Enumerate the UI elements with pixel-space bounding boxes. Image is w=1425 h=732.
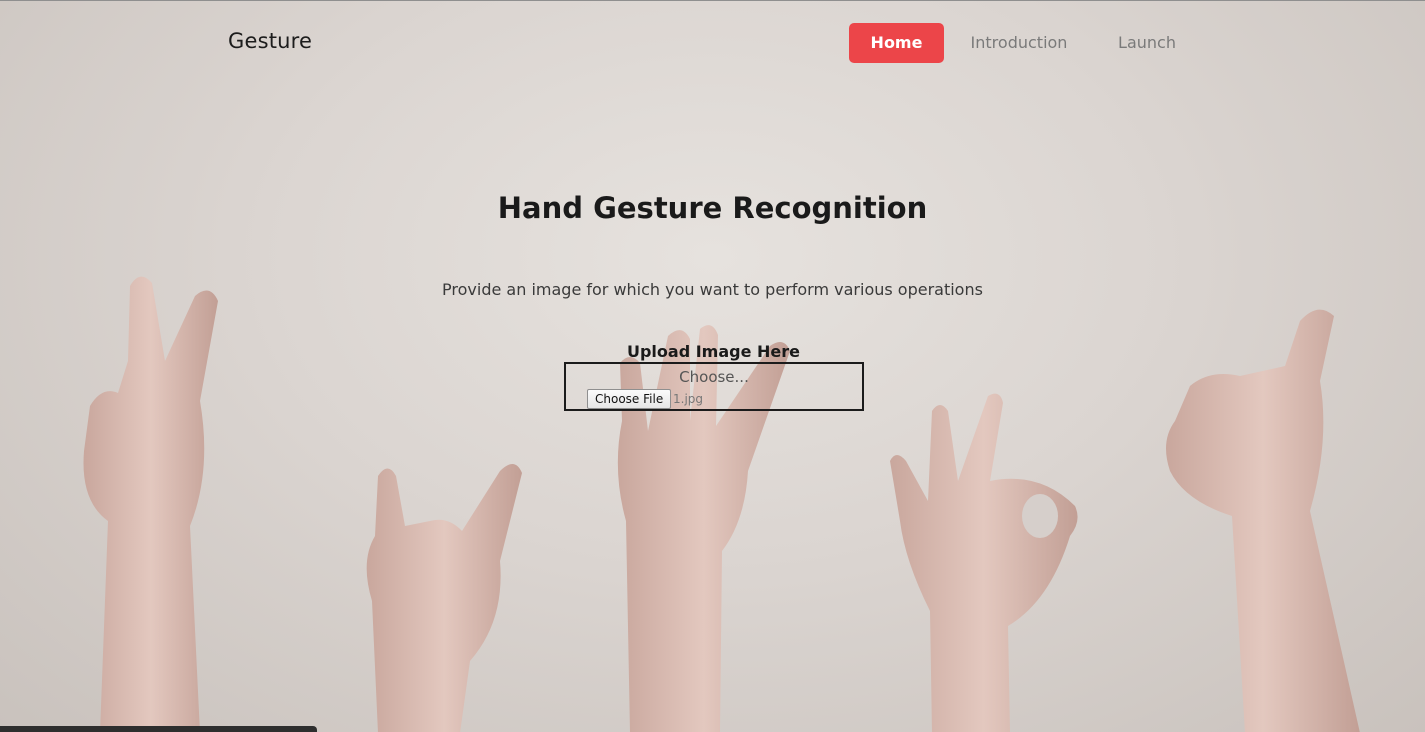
selected-file-name: 1.jpg: [673, 392, 704, 406]
nav-home-button[interactable]: Home: [849, 23, 944, 63]
brand-logo[interactable]: Gesture: [228, 29, 312, 53]
page-subtitle: Provide an image for which you want to p…: [442, 280, 983, 299]
rock-sign-hand: [366, 464, 522, 732]
choose-file-button[interactable]: Choose File: [587, 389, 672, 409]
page-title: Hand Gesture Recognition: [497, 191, 928, 225]
thumbs-up-hand: [1166, 309, 1360, 732]
nav-introduction-link[interactable]: Introduction: [960, 23, 1078, 63]
navbar: Gesture Home Introduction Launch: [0, 1, 1425, 83]
file-upload-box[interactable]: Choose... Choose File 1.jpg: [564, 362, 864, 411]
page: Gesture Home Introduction Launch Hand Ge…: [0, 0, 1425, 732]
browser-status-bar: [0, 726, 317, 732]
ok-sign-hand: [890, 393, 1078, 732]
upload-label: Upload Image Here: [626, 342, 801, 361]
choose-placeholder: Choose...: [679, 368, 749, 386]
nav-launch-link[interactable]: Launch: [1104, 23, 1190, 63]
